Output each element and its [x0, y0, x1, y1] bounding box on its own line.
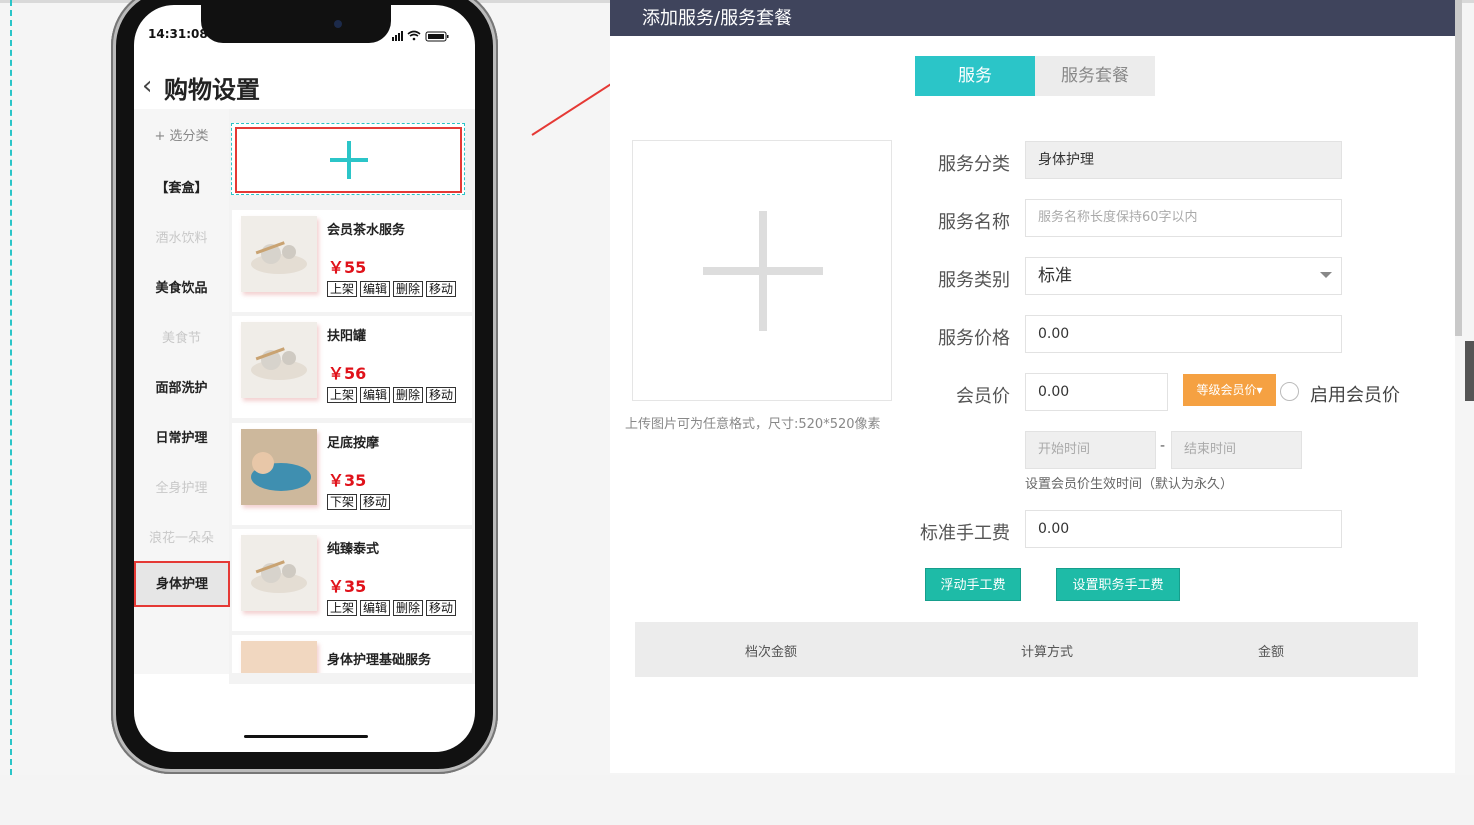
labor-fee-input[interactable]: 0.00 — [1025, 510, 1342, 548]
category-item[interactable]: 【套盒】 — [134, 177, 229, 196]
name-label: 服务名称 — [938, 212, 1010, 233]
product-name: 纯臻泰式 — [327, 542, 380, 557]
back-icon[interactable]: ‹ — [142, 73, 152, 99]
labor-fee-label: 标准手工费 — [920, 523, 1010, 544]
bottom-area — [0, 775, 1474, 825]
start-time-input[interactable]: 开始时间 — [1025, 431, 1156, 469]
spa-image — [241, 641, 317, 673]
category-field[interactable]: 身体护理 — [1025, 141, 1342, 179]
float-labor-fee-button[interactable]: 浮动手工费 — [925, 568, 1021, 601]
enable-member-price-label: 启用会员价 — [1310, 385, 1400, 406]
side-handle[interactable] — [1465, 341, 1474, 401]
edit-button[interactable]: 编辑 — [360, 600, 391, 616]
image-upload[interactable] — [632, 140, 892, 401]
add-category-button[interactable]: + 选分类 — [134, 125, 229, 144]
category-item[interactable]: 美食节 — [134, 327, 229, 346]
move-button[interactable]: 移动 — [426, 387, 457, 403]
plus-icon: + — [154, 129, 170, 144]
page-title: 购物设置 — [164, 76, 260, 104]
range-dash: - — [1160, 438, 1166, 454]
guide-line — [10, 0, 12, 775]
chevron-down-icon — [1320, 272, 1332, 278]
price-label: 服务价格 — [938, 328, 1010, 349]
product-card[interactable]: 纯臻泰式 ￥35 上架 编辑 删除 移动 — [232, 529, 472, 631]
product-card[interactable]: 会员茶水服务 ￥55 上架 编辑 删除 移动 — [232, 210, 472, 312]
category-item[interactable]: 全身护理 — [134, 477, 229, 496]
home-indicator — [244, 735, 368, 738]
shelve-button[interactable]: 上架 — [327, 281, 358, 297]
phone-notch — [201, 5, 391, 43]
product-price: ￥35 — [328, 577, 367, 596]
member-price-input[interactable]: 0.00 — [1025, 373, 1168, 411]
category-item[interactable]: 浪花一朵朵 — [134, 527, 229, 546]
category-item[interactable]: 面部洗护 — [134, 377, 229, 396]
camera-icon — [334, 20, 342, 28]
type-label: 服务类别 — [938, 270, 1010, 291]
product-price: ￥55 — [328, 258, 367, 277]
tea-set-image — [241, 216, 317, 292]
panel-title: 添加服务/服务套餐 — [642, 8, 793, 29]
column-header: 档次金额 — [745, 645, 798, 660]
status-icons — [392, 30, 449, 42]
enable-member-price-radio[interactable] — [1280, 382, 1299, 401]
column-header: 计算方式 — [1021, 645, 1074, 660]
product-card[interactable]: 足底按摩 ￥35 下架 移动 — [232, 423, 472, 525]
upload-plus-icon — [703, 211, 823, 331]
panel-header: 添加服务/服务套餐 — [610, 0, 1455, 36]
move-button[interactable]: 移动 — [360, 494, 391, 510]
end-time-input[interactable]: 结束时间 — [1171, 431, 1302, 469]
category-label: 服务分类 — [938, 154, 1010, 175]
add-plus-icon — [330, 141, 368, 179]
category-item[interactable]: 酒水饮料 — [134, 227, 229, 246]
move-button[interactable]: 移动 — [426, 281, 457, 297]
price-input[interactable]: 0.00 — [1025, 315, 1342, 353]
upload-hint: 上传图片可为任意格式，尺寸:520*520像素 — [625, 417, 881, 432]
shelve-button[interactable]: 上架 — [327, 600, 358, 616]
member-price-label: 会员价 — [956, 386, 1010, 407]
tab-service[interactable]: 服务 — [915, 56, 1035, 96]
product-card[interactable]: 身体护理基础服务 — [232, 635, 472, 673]
validity-hint: 设置会员价生效时间（默认为永久） — [1025, 477, 1234, 492]
tab-service-package[interactable]: 服务套餐 — [1035, 56, 1155, 96]
tea-set-image — [241, 322, 317, 398]
product-name: 扶阳罐 — [327, 329, 367, 344]
product-name: 会员茶水服务 — [327, 223, 406, 238]
product-price: ￥56 — [328, 364, 367, 383]
category-item[interactable]: 日常护理 — [134, 427, 229, 446]
add-category-label: 选分类 — [169, 129, 209, 144]
baby-image — [241, 429, 317, 505]
category-item[interactable]: 美食饮品 — [134, 277, 229, 296]
name-input[interactable]: 服务名称长度保持60字以内 — [1025, 199, 1342, 237]
move-button[interactable]: 移动 — [426, 600, 457, 616]
edit-button[interactable]: 编辑 — [360, 387, 391, 403]
type-select[interactable]: 标准 — [1025, 257, 1342, 295]
category-item-active[interactable]: 身体护理 — [134, 561, 230, 607]
product-name: 足底按摩 — [327, 436, 380, 451]
unshelve-button[interactable]: 下架 — [327, 494, 358, 510]
column-header: 金额 — [1258, 645, 1285, 660]
position-labor-fee-button[interactable]: 设置职务手工费 — [1056, 568, 1180, 601]
delete-button[interactable]: 删除 — [393, 281, 424, 297]
product-price: ￥35 — [328, 471, 367, 490]
edit-button[interactable]: 编辑 — [360, 281, 391, 297]
product-name: 身体护理基础服务 — [327, 653, 432, 668]
delete-button[interactable]: 删除 — [393, 387, 424, 403]
product-card[interactable]: 扶阳罐 ￥56 上架 编辑 删除 移动 — [232, 316, 472, 418]
scrollbar[interactable] — [1455, 0, 1462, 336]
status-time: 14:31:08 — [148, 27, 208, 41]
level-price-button[interactable]: 等级会员价▾ — [1183, 374, 1276, 406]
tea-set-image — [241, 535, 317, 611]
shelve-button[interactable]: 上架 — [327, 387, 358, 403]
delete-button[interactable]: 删除 — [393, 600, 424, 616]
